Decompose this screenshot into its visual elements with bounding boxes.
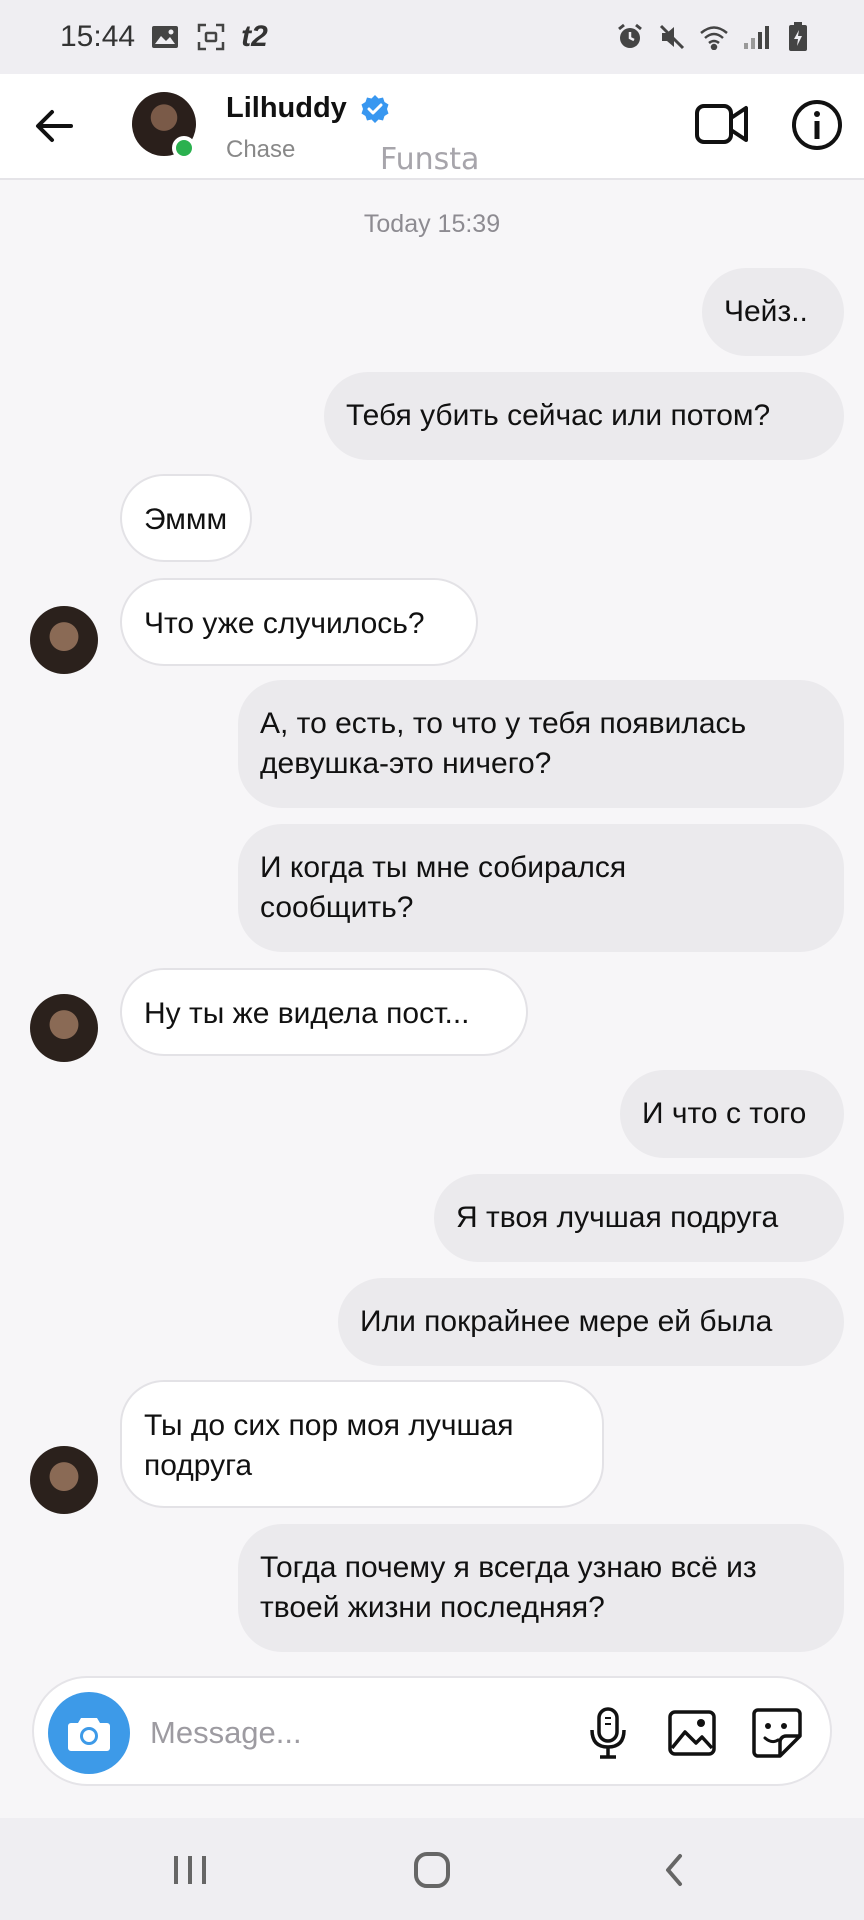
video-camera-icon — [695, 104, 748, 144]
home-button[interactable] — [410, 1848, 454, 1892]
back-button[interactable] — [28, 100, 80, 152]
info-button[interactable] — [790, 98, 844, 152]
message-input[interactable] — [150, 1706, 450, 1760]
gallery-button[interactable] — [666, 1706, 718, 1760]
message-composer — [32, 1676, 832, 1786]
image-notification-icon — [149, 21, 181, 53]
screenshot-icon — [195, 21, 227, 53]
signal-icon — [740, 21, 772, 53]
battery-icon — [782, 21, 814, 53]
outgoing-message[interactable]: Чейз.. — [702, 268, 844, 356]
video-call-button[interactable] — [694, 98, 750, 150]
verified-badge-icon — [360, 94, 390, 124]
sticker-icon — [752, 1708, 802, 1758]
system-back-button[interactable] — [656, 1848, 692, 1892]
outgoing-message[interactable]: А, то есть, то что у тебя появилась деву… — [238, 680, 844, 808]
online-status-dot — [172, 136, 196, 160]
voice-message-button[interactable] — [582, 1706, 634, 1760]
camera-button[interactable] — [48, 1692, 130, 1774]
incoming-message[interactable]: Что уже случилось? — [120, 578, 478, 666]
status-time: 15:44 — [60, 20, 136, 53]
status-bar: 15:44 t2 — [0, 0, 864, 74]
sender-avatar[interactable] — [30, 606, 98, 674]
alarm-icon — [614, 21, 646, 53]
watermark-label: Funsta — [380, 142, 480, 177]
outgoing-message[interactable]: И когда ты мне собирался сообщить? — [238, 824, 844, 952]
status-left: 15:44 t2 — [60, 20, 268, 54]
outgoing-message[interactable]: Я твоя лучшая подруга — [434, 1174, 844, 1262]
home-icon — [414, 1852, 450, 1888]
mute-icon — [656, 21, 688, 53]
outgoing-message[interactable]: Тогда почему я всегда узнаю всё из твоей… — [238, 1524, 844, 1652]
incoming-message[interactable]: Эммм — [120, 474, 252, 562]
arrow-left-icon — [36, 110, 73, 142]
chevron-left-icon — [666, 1854, 682, 1886]
system-nav-bar — [0, 1818, 864, 1920]
status-right — [614, 21, 814, 53]
info-icon — [792, 100, 842, 150]
outgoing-message[interactable]: Или покрайнее мере ей была — [338, 1278, 844, 1366]
camera-icon — [68, 1718, 110, 1751]
outgoing-message[interactable]: И что с того — [620, 1070, 844, 1158]
wifi-icon — [698, 21, 730, 53]
recent-apps-icon — [174, 1856, 206, 1884]
sender-avatar[interactable] — [30, 994, 98, 1062]
image-icon — [668, 1710, 716, 1756]
sender-avatar[interactable] — [30, 1446, 98, 1514]
recent-apps-button[interactable] — [168, 1850, 212, 1890]
carrier-label: t2 — [241, 20, 268, 53]
incoming-message[interactable]: Ну ты же видела пост... — [120, 968, 528, 1056]
sticker-button[interactable] — [750, 1706, 804, 1760]
incoming-message[interactable]: Ты до сих пор моя лучшая подруга — [120, 1380, 604, 1508]
chat-timestamp: Today 15:39 — [363, 210, 501, 238]
microphone-icon — [590, 1707, 626, 1759]
contact-name[interactable]: Lilhuddy — [226, 92, 347, 125]
contact-username: Chase — [226, 136, 296, 163]
outgoing-message[interactable]: Тебя убить сейчас или потом? — [324, 372, 844, 460]
